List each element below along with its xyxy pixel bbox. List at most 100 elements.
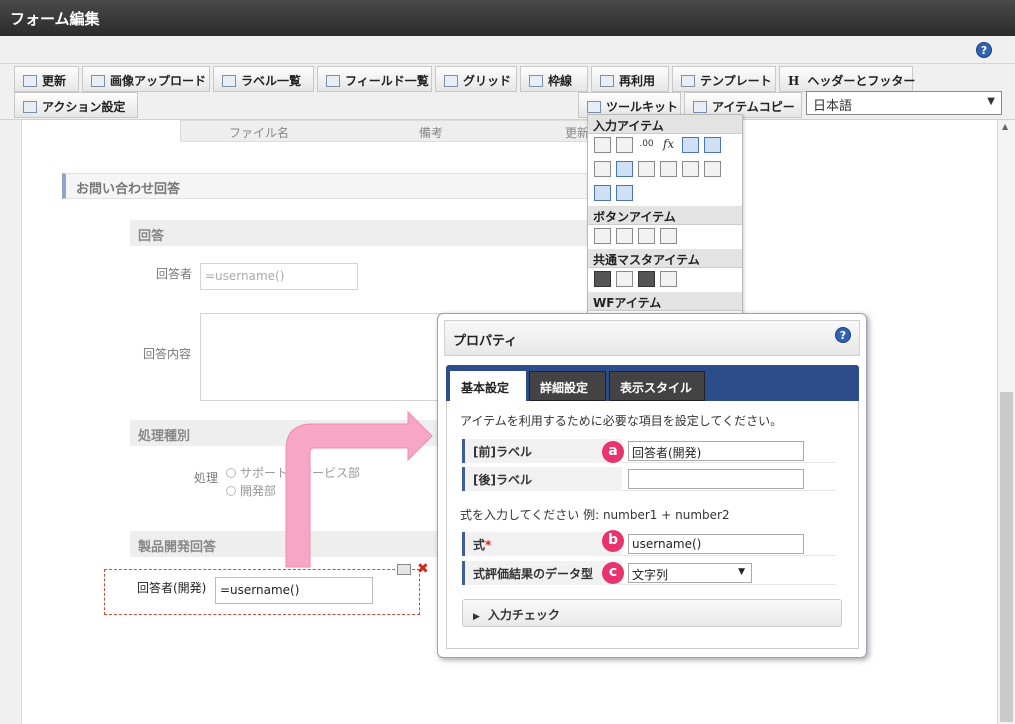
pre-label-row: [前]ラベル 回答者(開発) [462,439,836,463]
tab-basic-settings[interactable]: 基本設定 [450,371,526,401]
property-dialog: プロパティ ? 基本設定 詳細設定 表示スタイル アイテムを利用するために必要な… [437,313,867,658]
tab-detail-settings[interactable]: 詳細設定 [529,371,606,401]
toolkit-section-button: ボタンアイテム [588,206,742,225]
grid-table-item-icon[interactable] [616,185,633,201]
list-icon [222,75,236,87]
language-select[interactable]: 日本語 ▼ [806,91,1002,115]
list-icon [326,75,340,87]
datetime-item-icon[interactable] [704,137,721,153]
action-settings-button[interactable]: アクション設定 [14,92,138,118]
required-mark: * [485,538,492,552]
post-label-row: [後]ラベル [462,467,836,491]
radio-item-icon[interactable] [660,161,677,177]
tab-display-style[interactable]: 表示スタイル [609,371,705,401]
toolkit-section-input: 入力アイテム [588,115,742,134]
respondent-field[interactable]: =username() [200,263,358,290]
radio-icon [226,486,236,496]
pre-label-label: [前]ラベル [462,439,622,463]
listbox-item-icon[interactable] [682,161,699,177]
arrow-back-item-icon[interactable] [660,228,677,244]
template-icon [681,75,695,87]
label-item-icon[interactable] [594,137,611,153]
pointer-arrow [285,410,433,568]
update-button[interactable]: 更新 [14,66,79,92]
pulldown-item-icon[interactable] [704,161,721,177]
canvas-left-edge [0,120,22,724]
document-icon [600,75,614,87]
vertical-scrollbar[interactable]: ▲ [997,120,1015,724]
scroll-up-icon[interactable]: ▲ [1002,122,1008,131]
image-upload-button[interactable]: 画像アップロード [82,66,210,92]
group-answer-title[interactable]: 回答 [130,220,590,246]
property-description: アイテムを利用するために必要な項目を設定してください。 [460,414,783,428]
update-icon [23,75,37,87]
formula-note: 式を入力してください 例: number1 + number2 [460,508,730,522]
marker-a: a [602,441,624,463]
image-icon [91,75,105,87]
property-title: プロパティ [444,320,860,356]
table-item-icon[interactable] [616,161,633,177]
respondent-label: 回答者 [156,267,193,281]
toolbox-icon [587,101,601,113]
formula-item-icon[interactable]: fx [660,137,677,153]
button-item-icon[interactable] [594,228,611,244]
grid-col-updated: 更新 [565,126,590,140]
grid-icon [444,75,458,87]
answer-content-field[interactable] [200,313,450,401]
number-item-icon[interactable]: .00 [638,137,655,153]
expand-triangle-icon: ▶ [473,612,480,622]
datatype-row: 式評価結果のデータ型 文字列 ▼ [462,561,836,585]
post-label-label: [後]ラベル [462,467,622,491]
toolbox-icon [693,101,707,113]
toolkit-section-wf: WFアイテム [588,292,742,311]
arrow-left-item-icon[interactable] [638,228,655,244]
checkbox-item-icon[interactable] [638,161,655,177]
user-item-icon[interactable] [594,271,611,287]
datatype-label: 式評価結果のデータ型 [462,561,622,585]
reuse-button[interactable]: 再利用 [591,66,669,92]
field-list-button[interactable]: フィールド一覧 [317,66,432,92]
border-button[interactable]: 枠線 [520,66,588,92]
grid-col-note: 備考 [419,126,444,140]
action-icon [23,101,37,113]
grid-button[interactable]: グリッド [435,66,517,92]
company-item-icon[interactable] [660,271,677,287]
text-item-icon[interactable] [616,137,633,153]
toolkit-section-master: 共通マスタアイテム [588,249,742,268]
label-list-button[interactable]: ラベル一覧 [213,66,314,92]
upload-item-icon[interactable] [594,185,611,201]
marker-c: c [602,562,624,584]
scroll-thumb[interactable] [1000,392,1013,722]
dev-respondent-field[interactable]: =username() [215,577,373,604]
dev-respondent-label: 回答者(開発) [137,581,207,595]
formula-label: 式* [462,532,622,556]
help-icon[interactable]: ? [835,327,851,343]
answer-content-label: 回答内容 [143,347,192,361]
input-check-accordion[interactable]: ▶ 入力チェック [462,599,842,627]
dropdown-arrow-icon: ▼ [987,96,995,107]
window-title: フォーム編集 [0,0,1015,36]
toolkit-panel: 入力アイテム .00 fx ボタンアイテム 共通マスタアイテム WFアイテム [587,114,743,314]
top-strip [0,36,1015,64]
section-title[interactable]: お問い合わせ回答 [62,173,592,199]
border-icon [529,75,543,87]
radio-icon [226,468,236,478]
select-item-icon[interactable] [594,161,611,177]
help-icon[interactable]: ? [976,42,992,58]
date-item-icon[interactable] [682,137,699,153]
file-grid-header: ファイル名 備考 更新 [180,120,600,142]
grid-col-filename: ファイル名 [229,126,290,140]
template-button[interactable]: テンプレート [672,66,776,92]
user-org-item-icon[interactable] [638,271,655,287]
formula-input[interactable]: username() [628,534,804,554]
property-tabbar: 基本設定 詳細設定 表示スタイル [446,365,859,401]
header-footer-button[interactable]: H ヘッダーとフッター [779,66,915,92]
arrow-right-item-icon[interactable] [616,228,633,244]
pre-label-input[interactable]: 回答者(開発) [628,441,804,461]
organization-item-icon[interactable] [616,271,633,287]
datatype-select[interactable]: 文字列 ▼ [628,563,752,583]
formula-row: 式* username() [462,532,836,556]
post-label-input[interactable] [628,469,804,489]
radio-dev[interactable]: 開発部 [226,482,276,499]
dropdown-arrow-icon: ▼ [738,567,745,577]
